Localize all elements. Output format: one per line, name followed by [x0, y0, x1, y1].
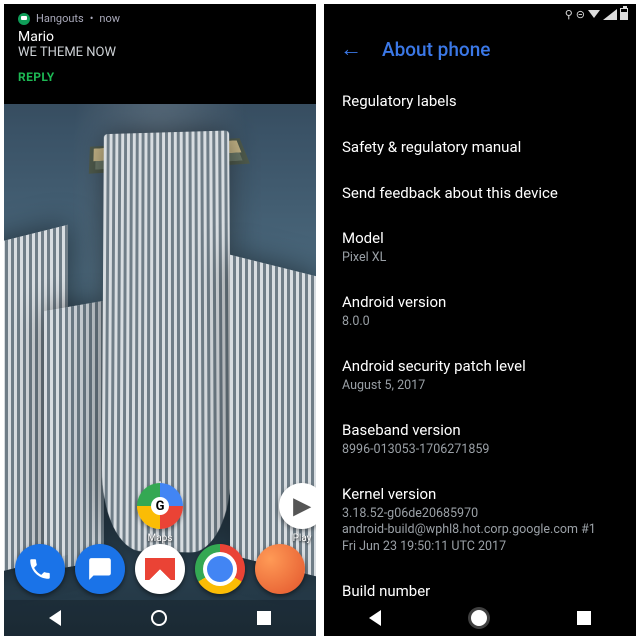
hangouts-icon [18, 13, 30, 25]
nav-home-icon[interactable] [151, 610, 167, 626]
item-send-feedback[interactable]: Send feedback about this device [342, 170, 618, 216]
notification-sender: Mario [18, 29, 302, 45]
about-list[interactable]: Regulatory labels Safety & regulatory ma… [324, 78, 636, 633]
home-app-row: G Maps ▶ Play [4, 483, 316, 544]
nav-back-icon[interactable] [369, 610, 381, 626]
home-screen: Hangouts • now Mario WE THEME NOW REPLY … [4, 4, 316, 636]
navigation-bar [324, 600, 636, 636]
maps-icon: G [137, 483, 183, 529]
item-android-version[interactable]: Android version 8.0.0 [342, 280, 618, 344]
app-bar: ← About phone [324, 24, 636, 78]
app-icon[interactable] [255, 544, 305, 594]
page-title: About phone [382, 38, 490, 61]
nav-home-icon[interactable] [471, 610, 487, 626]
bluetooth-icon: ⚲ [565, 8, 573, 21]
gmail-icon[interactable] [135, 544, 185, 594]
settings-about-phone: ⚲ ⊝ ← About phone Regulatory labels Safe… [324, 4, 636, 636]
notification-reply-button[interactable]: REPLY [18, 70, 302, 84]
nav-recent-icon[interactable] [577, 611, 591, 625]
item-model[interactable]: Model Pixel XL [342, 216, 618, 280]
status-bar: ⚲ ⊝ [324, 4, 636, 24]
cell-signal-icon [603, 9, 617, 20]
app-google-maps[interactable]: G Maps [132, 483, 188, 544]
notification-time: now [99, 12, 120, 25]
item-regulatory-labels[interactable]: Regulatory labels [342, 78, 618, 124]
notification-app-name: Hangouts [36, 12, 84, 25]
wifi-icon [588, 10, 600, 18]
item-baseband-version[interactable]: Baseband version 8996-013053-1706271859 [342, 408, 618, 472]
messages-icon[interactable] [75, 544, 125, 594]
heads-up-notification[interactable]: Hangouts • now Mario WE THEME NOW REPLY [4, 4, 316, 104]
dnd-icon: ⊝ [576, 8, 585, 21]
item-kernel-version[interactable]: Kernel version 3.18.52-g06de20685970 and… [342, 472, 618, 570]
notification-message: WE THEME NOW [18, 45, 302, 60]
chrome-icon[interactable] [195, 544, 245, 594]
item-security-patch[interactable]: Android security patch level August 5, 2… [342, 344, 618, 408]
nav-recent-icon[interactable] [257, 611, 271, 625]
navigation-bar [4, 600, 316, 636]
dock [4, 536, 316, 602]
battery-icon [620, 8, 628, 20]
app-play[interactable]: ▶ Play [274, 483, 316, 544]
item-safety-manual[interactable]: Safety & regulatory manual [342, 124, 618, 170]
play-icon: ▶ [279, 483, 316, 529]
phone-icon[interactable] [15, 544, 65, 594]
back-arrow-icon[interactable]: ← [340, 36, 362, 62]
nav-back-icon[interactable] [49, 610, 61, 626]
